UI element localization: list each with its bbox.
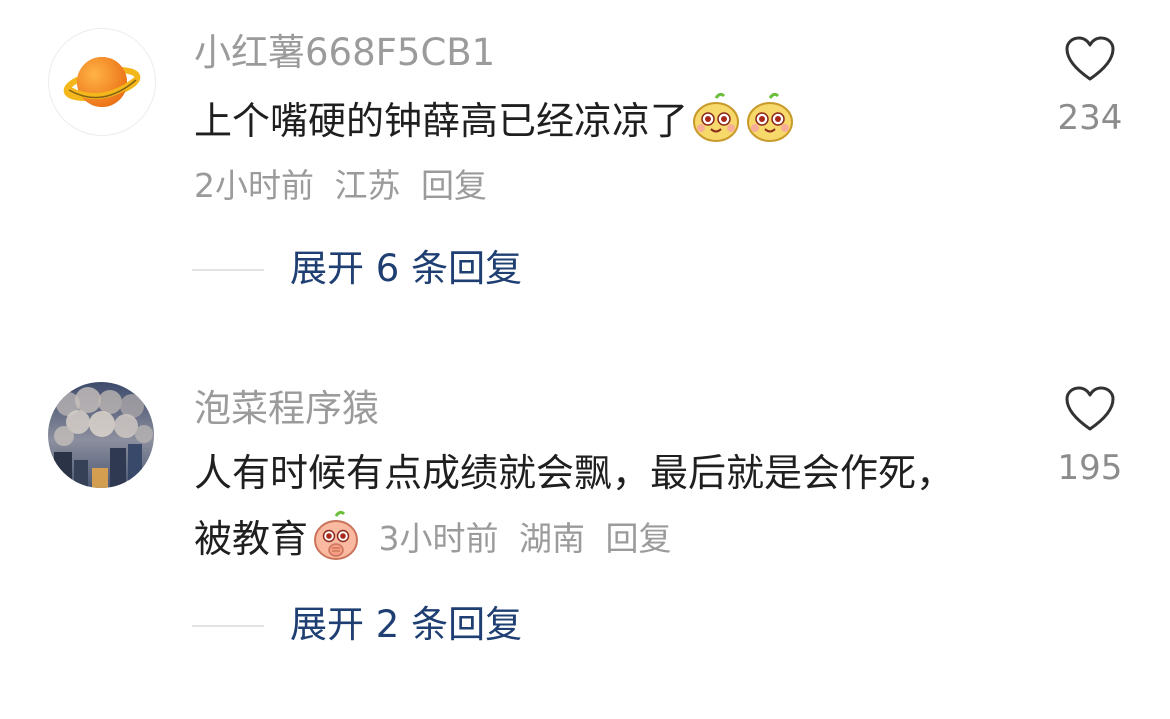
heart-icon[interactable]	[1065, 36, 1115, 82]
comment-text-content: 上个嘴硬的钟薛高已经凉凉了	[194, 99, 689, 143]
avatar[interactable]	[48, 28, 156, 136]
thinking-face-emoji	[314, 510, 359, 560]
comment-text: 人有时候有点成绩就会飘，最后就是会作死，被教育 3小时前 湖南 回复	[194, 440, 984, 572]
heart-icon[interactable]	[1065, 386, 1115, 432]
like-area: 195	[1052, 386, 1128, 488]
avatar[interactable]	[48, 382, 154, 488]
orange-planet-icon	[63, 57, 141, 107]
like-area: 234	[1052, 36, 1128, 138]
reply-button[interactable]: 回复	[606, 519, 672, 558]
divider-line	[192, 269, 264, 271]
like-count: 234	[1057, 98, 1123, 138]
username[interactable]: 小红薯668F5CB1	[194, 34, 495, 71]
username[interactable]: 泡菜程序猿	[194, 390, 379, 427]
smiling-face-emoji	[747, 92, 794, 142]
comment-text: 上个嘴硬的钟薛高已经凉凉了	[194, 88, 994, 154]
divider-line	[192, 625, 264, 627]
comment-meta: 2小时前 江苏 回复	[194, 166, 497, 206]
comment-item: 小红薯668F5CB1 上个嘴硬的钟薛高已经凉凉了 2小时前 江苏 回复 234…	[0, 0, 1170, 330]
reply-button[interactable]: 回复	[421, 166, 487, 205]
comment-time: 3小时前	[378, 519, 499, 558]
smiling-face-emoji	[693, 92, 740, 142]
comment-item: 泡菜程序猿 人有时候有点成绩就会飘，最后就是会作死，被教育 3小时前 湖南 回复…	[0, 360, 1170, 700]
comment-location: 湖南	[519, 519, 586, 558]
comment-time: 2小时前	[194, 166, 314, 205]
like-count: 195	[1057, 448, 1123, 488]
comment-location: 江苏	[334, 166, 401, 205]
cloudy-sky-photo	[48, 382, 154, 488]
comment-meta: 3小时前 湖南 回复	[368, 519, 682, 558]
expand-replies-label: 展开 6 条回复	[290, 247, 523, 290]
expand-replies-label: 展开 2 条回复	[290, 603, 523, 646]
